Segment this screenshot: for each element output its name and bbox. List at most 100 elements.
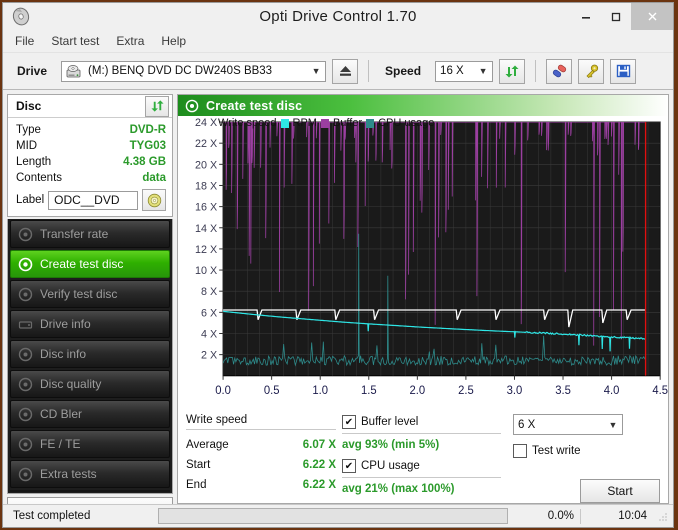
drive-icon [18, 320, 33, 329]
sidebar-item-disc-info[interactable]: Disc info [10, 340, 170, 368]
divider [342, 433, 501, 434]
stat-key: Start [186, 459, 211, 471]
eject-button[interactable] [332, 58, 359, 84]
disc-label-button[interactable] [142, 189, 166, 211]
drive-select-value: (M:) BENQ DVD DC DW240S BB33 [88, 65, 273, 77]
sidebar-item-disc-quality[interactable]: Disc quality [10, 370, 170, 398]
chart-legend: Write speed RPM Buffer CPU usage [218, 117, 434, 129]
erase-icon [552, 64, 566, 77]
write-speed-stats: Write speed Average 6.07 X Start 6.22 X … [186, 414, 336, 503]
stat-row-start: Start 6.22 X [186, 455, 336, 475]
buffer-level-checkbox-row[interactable]: ✔ Buffer level [342, 414, 501, 430]
svg-text:18 X: 18 X [195, 180, 218, 192]
legend-label-cpu: CPU usage [378, 117, 435, 129]
start-button[interactable]: Start [580, 479, 660, 503]
svg-text:3.0: 3.0 [507, 385, 523, 397]
maximize-button[interactable] [601, 3, 631, 30]
disc-row-type: Type DVD-R [16, 122, 166, 138]
legend-label-write-speed: Write speed [218, 117, 277, 129]
disc-label-row: Label ODC__DVD [16, 189, 166, 211]
legend-label-buffer: Buffer [332, 117, 363, 129]
toolbar: Drive (M:) BENQ DVD DC DW240S BB33 ▼ Spe… [3, 53, 673, 90]
disc-info-rows: Type DVD-R MID TYG03 Length 4.38 GB Cont… [8, 118, 172, 216]
content-area: Disc Type DVD-R MID TYG03 Length 4.38 GB… [3, 90, 678, 521]
stats-area: Write speed Average 6.07 X Start 6.22 X … [178, 408, 668, 503]
elapsed-time: 10:04 [618, 510, 647, 522]
stat-value: 6.22 X [302, 479, 336, 491]
sidebar-item-label: Transfer rate [40, 227, 109, 241]
disc-icon [18, 257, 33, 271]
minimize-button[interactable] [571, 3, 601, 30]
app-icon [11, 6, 32, 27]
disc-label-key: Label [16, 194, 45, 206]
sidebar-item-verify-test-disc[interactable]: Verify test disc [10, 280, 170, 308]
app-window: Opti Drive Control 1.70 File Start test … [2, 2, 678, 528]
menu-bar: File Start test Extra Help [3, 30, 673, 53]
sidebar-item-cd-bler[interactable]: CD Bler [10, 400, 170, 428]
buffer-level-checkbox[interactable]: ✔ [342, 415, 356, 429]
refresh-icon [505, 65, 519, 77]
cpu-usage-checkbox-row[interactable]: ✔ CPU usage [342, 458, 501, 474]
chart-container: Write speed RPM Buffer CPU usage 2 X 4 X 6… [178, 116, 678, 408]
svg-text:2 X: 2 X [201, 350, 218, 362]
disc-row-value: 4.38 GB [123, 156, 166, 168]
disc-row-value: data [142, 172, 166, 184]
sidebar-item-label: Extra tests [40, 467, 97, 481]
cpu-usage-value: avg 21% (max 100%) [342, 483, 455, 495]
progress-bar [158, 508, 508, 524]
refresh-button[interactable] [499, 58, 526, 84]
erase-button[interactable] [546, 58, 573, 84]
menu-item-extra[interactable]: Extra [116, 34, 144, 48]
window-controls [571, 3, 673, 30]
drive-select[interactable]: (M:) BENQ DVD DC DW240S BB33 ▼ [61, 60, 327, 82]
menu-item-file[interactable]: File [15, 34, 34, 48]
sidebar-item-label: CD Bler [40, 407, 83, 421]
cpu-usage-label: CPU usage [361, 460, 420, 472]
write-speed-title: Write speed [186, 414, 248, 426]
disc-label-input[interactable]: ODC__DVD [48, 190, 138, 210]
speed-select[interactable]: 16 X ▼ [435, 60, 494, 82]
resize-grip-icon[interactable] [657, 510, 669, 522]
nav-filler [10, 490, 170, 492]
svg-text:22 X: 22 X [195, 138, 218, 150]
drive-label: Drive [17, 64, 48, 78]
main-panel-title: Create test disc [206, 98, 303, 113]
sidebar-item-transfer-rate[interactable]: Transfer rate [10, 220, 170, 248]
speed-label: Speed [385, 64, 422, 78]
progress-percent: 0.0% [547, 510, 574, 522]
write-speed-chart[interactable]: 2 X 4 X 6 X 8 X 10 X 12 X 14 X 16 X 18 X 20 X 22 X… [178, 116, 678, 408]
key-button[interactable] [578, 58, 605, 84]
divider [342, 477, 501, 478]
svg-text:0.0: 0.0 [215, 385, 231, 397]
sidebar-item-drive-info[interactable]: Drive info [10, 310, 170, 338]
speed-select-value: 16 X [440, 65, 464, 77]
test-write-checkbox-row[interactable]: Test write [513, 443, 660, 459]
save-button[interactable] [610, 58, 637, 84]
test-write-label: Test write [532, 445, 581, 457]
test-write-checkbox[interactable] [513, 444, 527, 458]
sidebar-item-extra-tests[interactable]: Extra tests [10, 460, 170, 488]
disc-icon [185, 99, 199, 112]
toolbar-divider [368, 60, 370, 82]
disc-refresh-button[interactable] [145, 95, 169, 117]
refresh-icon [150, 100, 164, 112]
disc-icon [147, 193, 161, 207]
menu-item-help[interactable]: Help [161, 34, 186, 48]
sidebar-item-create-test-disc[interactable]: Create test disc [10, 250, 170, 278]
toolbar-divider [535, 60, 537, 82]
cpu-usage-checkbox[interactable]: ✔ [342, 459, 356, 473]
main-panel-header: Create test disc [178, 95, 668, 116]
sidebar-item-fe-te[interactable]: FE / TE [10, 430, 170, 458]
close-button[interactable] [631, 3, 673, 30]
stat-row-average: Average 6.07 X [186, 435, 336, 455]
sidebar: Disc Type DVD-R MID TYG03 Length 4.38 GB… [7, 94, 173, 521]
disc-icon [18, 407, 33, 421]
disc-panel-header: Disc [8, 95, 172, 118]
svg-text:4.5: 4.5 [652, 385, 668, 397]
buffer-cpu-stats: ✔ Buffer level avg 93% (min 5%) ✔ CPU us… [336, 414, 501, 503]
disc-row-length: Length 4.38 GB [16, 154, 166, 170]
status-divider [580, 508, 581, 524]
write-speed-select[interactable]: 6 X ▼ [513, 414, 623, 435]
disc-icon [18, 227, 33, 241]
menu-item-start-test[interactable]: Start test [51, 34, 99, 48]
